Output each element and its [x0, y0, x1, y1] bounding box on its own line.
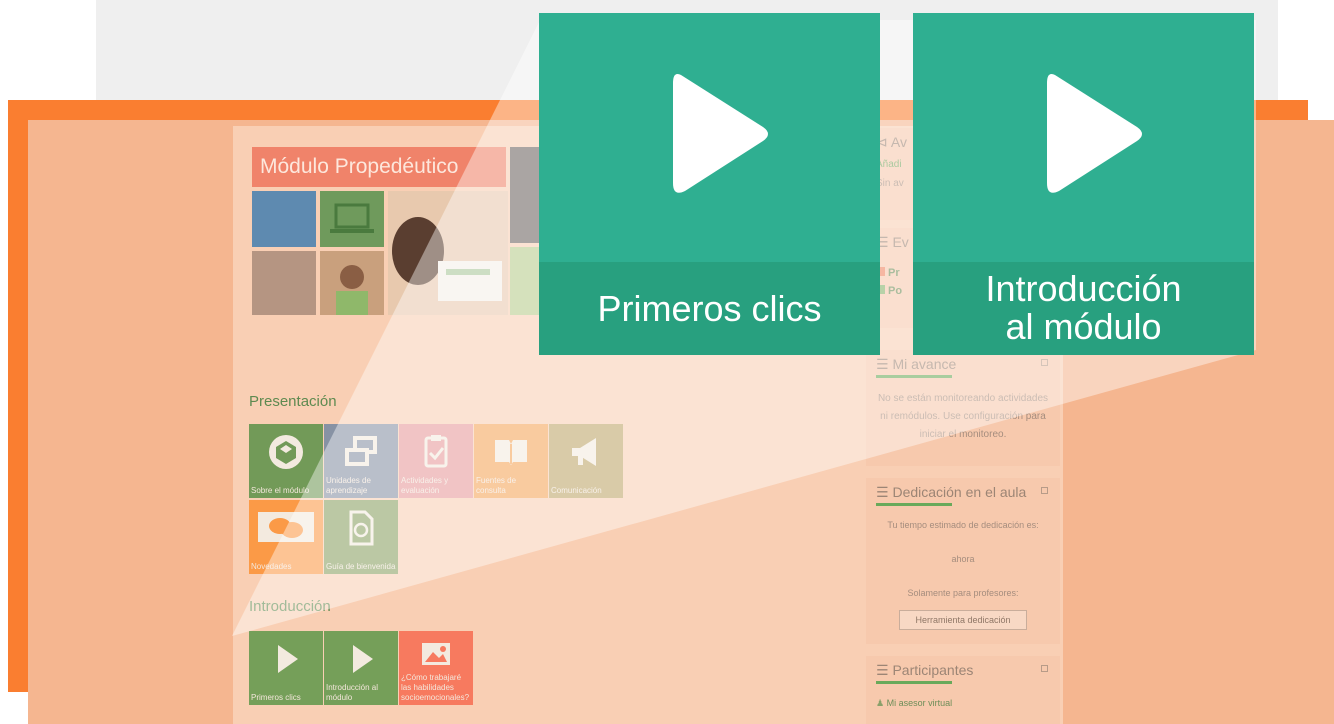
chat-bubbles-icon: [258, 512, 314, 542]
play-icon: [278, 645, 298, 673]
dedication-estimated-text: Tu tiempo estimado de dedicación es:: [887, 520, 1039, 530]
video-card-primeros-clics[interactable]: Primeros clics: [539, 13, 880, 355]
play-icon: [353, 645, 373, 673]
tile-unidades-de-aprendizaje[interactable]: Unidades de aprendizaje: [324, 424, 398, 498]
tile-label: Sobre el módulo: [251, 486, 310, 495]
collapse-icon[interactable]: [1041, 665, 1048, 672]
play-icon: [673, 74, 768, 193]
tile-fuentes-de-consulta[interactable]: Fuentes de consulta: [474, 424, 548, 498]
tile-guia-de-bienvenida[interactable]: Guía de bienvenida: [324, 500, 398, 574]
section-title-introduccion: Introducción: [249, 598, 331, 615]
advisor-link[interactable]: ♟ Mi asesor virtual: [866, 684, 1060, 723]
dedication-tool-button[interactable]: Herramienta dedicación: [899, 610, 1027, 630]
banner-photo-laptop: [320, 191, 384, 247]
video-card-label: Introducción al módulo: [913, 262, 1254, 355]
tile-primeros-clics[interactable]: Primeros clics: [249, 631, 323, 705]
course-title: Módulo Propedéutico: [252, 147, 506, 187]
list-icon: ☰: [876, 484, 893, 500]
tile-introduccion-al-modulo[interactable]: Introducción al módulo: [324, 631, 398, 705]
tile-label: Novedades: [251, 562, 292, 571]
tile-habilidades-socioemocionales[interactable]: ¿Cómo trabajaré las habilidades socioemo…: [399, 631, 473, 705]
tile-comunicacion[interactable]: Comunicación: [549, 424, 623, 498]
document-icon: [349, 510, 374, 546]
dedication-value: ahora: [951, 554, 975, 564]
tile-label: Comunicación: [551, 486, 602, 495]
course-banner: Módulo Propedéutico: [252, 147, 574, 315]
cube-icon: [269, 435, 303, 469]
video-card-introduccion-al-modulo[interactable]: Introducción al módulo: [913, 13, 1254, 355]
book-icon: [495, 440, 527, 465]
banner-photo-monitor: [252, 251, 316, 315]
list-icon: ☰: [876, 662, 893, 678]
block-title: ☰ Participantes: [866, 656, 1060, 681]
video-card-label: Primeros clics: [539, 262, 880, 355]
megaphone-icon: [572, 438, 596, 466]
user-icon: ♟: [876, 698, 887, 708]
tile-novedades[interactable]: Novedades: [249, 500, 323, 574]
block-underline: [876, 503, 952, 506]
tile-label: Unidades de aprendizaje: [326, 476, 371, 495]
block-participantes: ☰ Participantes ♟ Mi asesor virtual: [866, 656, 1060, 724]
block-underline: [876, 375, 952, 378]
progress-text: No se están monitoreando actividades ni …: [877, 393, 1049, 440]
banner-photo-student: [388, 191, 508, 315]
list-icon: ☰: [876, 356, 893, 372]
tile-label: Actividades y evaluación: [401, 476, 449, 495]
tile-label: Introducción al módulo: [326, 683, 379, 702]
collapse-icon[interactable]: [1041, 359, 1048, 366]
block-mi-avance: ☰ Mi avance No se están monitoreando act…: [866, 350, 1060, 466]
block-dedicacion: ☰ Dedicación en el aula Tu tiempo estima…: [866, 478, 1060, 644]
tile-label: Guía de bienvenida: [326, 562, 396, 571]
teachers-only-text: Solamente para profesores:: [907, 588, 1019, 598]
block-title: ☰ Dedicación en el aula: [866, 478, 1060, 503]
tile-actividades-y-evaluacion[interactable]: Actividades y evaluación: [399, 424, 473, 498]
tile-label: ¿Cómo trabajaré las habilidades socioemo…: [401, 673, 470, 702]
collapse-icon[interactable]: [1041, 487, 1048, 494]
tile-sobre-el-modulo[interactable]: Sobre el módulo: [249, 424, 323, 498]
windows-icon: [345, 436, 377, 466]
tile-label: Primeros clics: [251, 693, 301, 702]
play-icon: [1047, 74, 1142, 193]
banner-photo-phone: [252, 191, 316, 247]
tile-label: Fuentes de consulta: [476, 476, 517, 495]
image-icon: [422, 643, 450, 665]
clipboard-check-icon: [424, 435, 448, 468]
banner-photo-woman: [320, 251, 384, 315]
section-title-presentacion: Presentación: [249, 393, 337, 410]
